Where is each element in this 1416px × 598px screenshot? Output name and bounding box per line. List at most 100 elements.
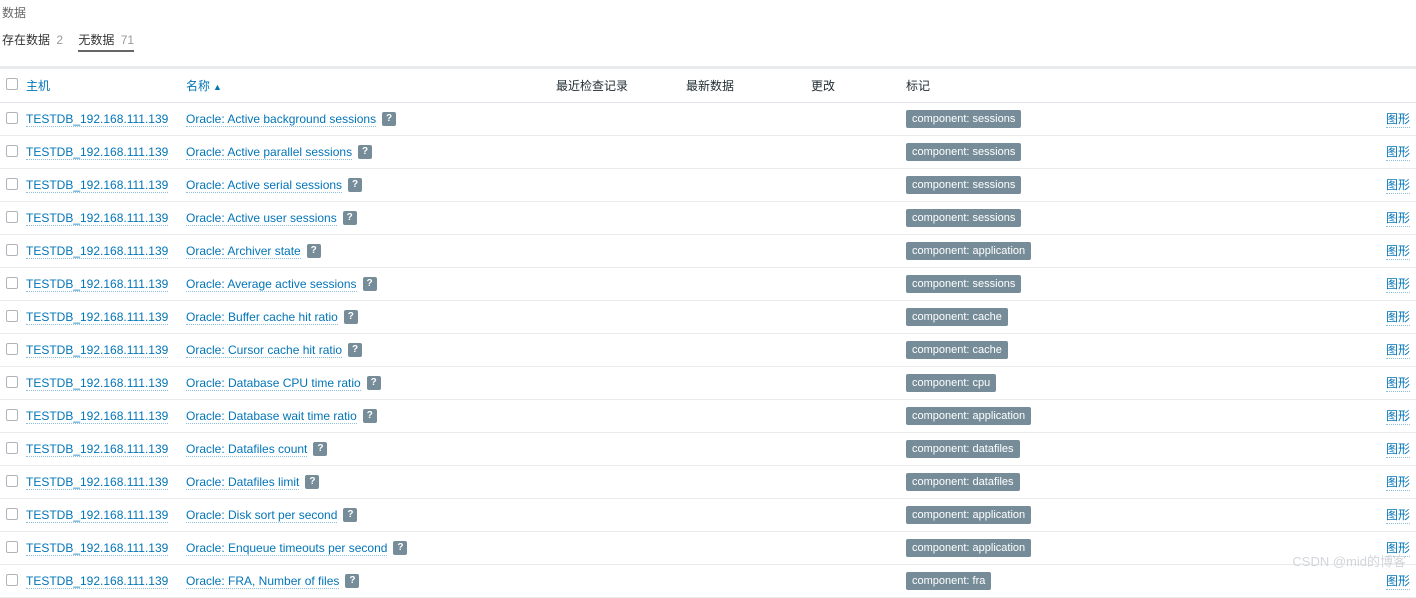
host-link[interactable]: TESTDB_192.168.111.139 xyxy=(26,112,168,127)
graph-link[interactable]: 图形 xyxy=(1386,176,1410,194)
column-header-host[interactable]: 主机 xyxy=(20,69,180,103)
host-link[interactable]: TESTDB_192.168.111.139 xyxy=(26,211,168,226)
item-name-link[interactable]: Oracle: Database CPU time ratio xyxy=(186,376,361,391)
tag-badge[interactable]: component: sessions xyxy=(906,209,1021,227)
host-link[interactable]: TESTDB_192.168.111.139 xyxy=(26,541,168,556)
help-icon[interactable]: ? xyxy=(348,178,362,192)
tag-badge[interactable]: component: datafiles xyxy=(906,473,1020,491)
help-icon[interactable]: ? xyxy=(358,145,372,159)
table-row: TESTDB_192.168.111.139 Oracle: Enqueue ti… xyxy=(0,532,1416,565)
select-all-checkbox[interactable] xyxy=(6,78,18,90)
tag-badge[interactable]: component: application xyxy=(906,407,1031,425)
row-checkbox[interactable] xyxy=(6,244,18,256)
row-checkbox[interactable] xyxy=(6,376,18,388)
graph-link[interactable]: 图形 xyxy=(1386,308,1410,326)
column-header-lastcheck[interactable]: 最近检查记录 xyxy=(550,69,680,103)
row-checkbox[interactable] xyxy=(6,574,18,586)
help-icon[interactable]: ? xyxy=(343,211,357,225)
column-header-name[interactable]: 名称▲ xyxy=(180,69,550,103)
row-checkbox[interactable] xyxy=(6,145,18,157)
row-checkbox[interactable] xyxy=(6,343,18,355)
column-header-latest[interactable]: 最新数据 xyxy=(680,69,805,103)
item-name-link[interactable]: Oracle: Disk sort per second xyxy=(186,508,337,523)
tab-has-data[interactable]: 存在数据 2 xyxy=(2,31,63,48)
tag-badge[interactable]: component: application xyxy=(906,539,1031,557)
tag-badge[interactable]: component: sessions xyxy=(906,275,1021,293)
help-icon[interactable]: ? xyxy=(305,475,319,489)
item-name-link[interactable]: Oracle: Active background sessions xyxy=(186,112,376,127)
graph-link[interactable]: 图形 xyxy=(1386,473,1410,491)
tag-badge[interactable]: component: application xyxy=(906,506,1031,524)
help-icon[interactable]: ? xyxy=(367,376,381,390)
row-checkbox[interactable] xyxy=(6,211,18,223)
row-checkbox[interactable] xyxy=(6,310,18,322)
row-checkbox[interactable] xyxy=(6,508,18,520)
item-name-link[interactable]: Oracle: Enqueue timeouts per second xyxy=(186,541,387,556)
item-name-link[interactable]: Oracle: Active parallel sessions xyxy=(186,145,352,160)
host-link[interactable]: TESTDB_192.168.111.139 xyxy=(26,178,168,193)
graph-link[interactable]: 图形 xyxy=(1386,110,1410,128)
tag-badge[interactable]: component: cache xyxy=(906,341,1008,359)
help-icon[interactable]: ? xyxy=(363,277,377,291)
item-name-link[interactable]: Oracle: Datafiles limit xyxy=(186,475,299,490)
help-icon[interactable]: ? xyxy=(393,541,407,555)
graph-link[interactable]: 图形 xyxy=(1386,143,1410,161)
item-name-link[interactable]: Oracle: Datafiles count xyxy=(186,442,307,457)
help-icon[interactable]: ? xyxy=(345,574,359,588)
item-name-link[interactable]: Oracle: Archiver state xyxy=(186,244,301,259)
graph-link[interactable]: 图形 xyxy=(1386,341,1410,359)
tag-badge[interactable]: component: cpu xyxy=(906,374,996,392)
item-name-link[interactable]: Oracle: Cursor cache hit ratio xyxy=(186,343,342,358)
host-link[interactable]: TESTDB_192.168.111.139 xyxy=(26,145,168,160)
item-name-link[interactable]: Oracle: Average active sessions xyxy=(186,277,357,292)
graph-link[interactable]: 图形 xyxy=(1386,242,1410,260)
tag-badge[interactable]: component: datafiles xyxy=(906,440,1020,458)
graph-link[interactable]: 图形 xyxy=(1386,275,1410,293)
row-checkbox[interactable] xyxy=(6,541,18,553)
graph-link[interactable]: 图形 xyxy=(1386,539,1410,557)
graph-link[interactable]: 图形 xyxy=(1386,572,1410,590)
row-checkbox[interactable] xyxy=(6,277,18,289)
column-header-change[interactable]: 更改 xyxy=(805,69,900,103)
help-icon[interactable]: ? xyxy=(313,442,327,456)
item-name-link[interactable]: Oracle: Database wait time ratio xyxy=(186,409,357,424)
host-link[interactable]: TESTDB_192.168.111.139 xyxy=(26,376,168,391)
help-icon[interactable]: ? xyxy=(348,343,362,357)
host-link[interactable]: TESTDB_192.168.111.139 xyxy=(26,442,168,457)
graph-link[interactable]: 图形 xyxy=(1386,374,1410,392)
tag-badge[interactable]: component: sessions xyxy=(906,176,1021,194)
item-name-link[interactable]: Oracle: Active serial sessions xyxy=(186,178,342,193)
item-name-link[interactable]: Oracle: Buffer cache hit ratio xyxy=(186,310,338,325)
tag-badge[interactable]: component: sessions xyxy=(906,143,1021,161)
host-link[interactable]: TESTDB_192.168.111.139 xyxy=(26,310,168,325)
graph-link[interactable]: 图形 xyxy=(1386,440,1410,458)
graph-link[interactable]: 图形 xyxy=(1386,506,1410,524)
tag-badge[interactable]: component: cache xyxy=(906,308,1008,326)
graph-link[interactable]: 图形 xyxy=(1386,209,1410,227)
row-checkbox[interactable] xyxy=(6,442,18,454)
host-link[interactable]: TESTDB_192.168.111.139 xyxy=(26,508,168,523)
tag-badge[interactable]: component: fra xyxy=(906,572,991,590)
column-header-tags[interactable]: 标记 xyxy=(900,69,1361,103)
host-link[interactable]: TESTDB_192.168.111.139 xyxy=(26,409,168,424)
row-checkbox[interactable] xyxy=(6,409,18,421)
help-icon[interactable]: ? xyxy=(382,112,396,126)
host-link[interactable]: TESTDB_192.168.111.139 xyxy=(26,244,168,259)
tag-badge[interactable]: component: sessions xyxy=(906,110,1021,128)
tab-no-data[interactable]: 无数据 71 xyxy=(78,31,134,52)
item-name-link[interactable]: Oracle: Active user sessions xyxy=(186,211,337,226)
host-link[interactable]: TESTDB_192.168.111.139 xyxy=(26,277,168,292)
help-icon[interactable]: ? xyxy=(363,409,377,423)
item-name-link[interactable]: Oracle: FRA, Number of files xyxy=(186,574,339,589)
graph-link[interactable]: 图形 xyxy=(1386,407,1410,425)
row-checkbox[interactable] xyxy=(6,475,18,487)
tag-badge[interactable]: component: application xyxy=(906,242,1031,260)
host-link[interactable]: TESTDB_192.168.111.139 xyxy=(26,475,168,490)
row-checkbox[interactable] xyxy=(6,178,18,190)
help-icon[interactable]: ? xyxy=(307,244,321,258)
help-icon[interactable]: ? xyxy=(344,310,358,324)
table-row: TESTDB_192.168.111.139 Oracle: Active ser… xyxy=(0,169,1416,202)
host-link[interactable]: TESTDB_192.168.111.139 xyxy=(26,343,168,358)
help-icon[interactable]: ? xyxy=(343,508,357,522)
row-checkbox[interactable] xyxy=(6,112,18,124)
